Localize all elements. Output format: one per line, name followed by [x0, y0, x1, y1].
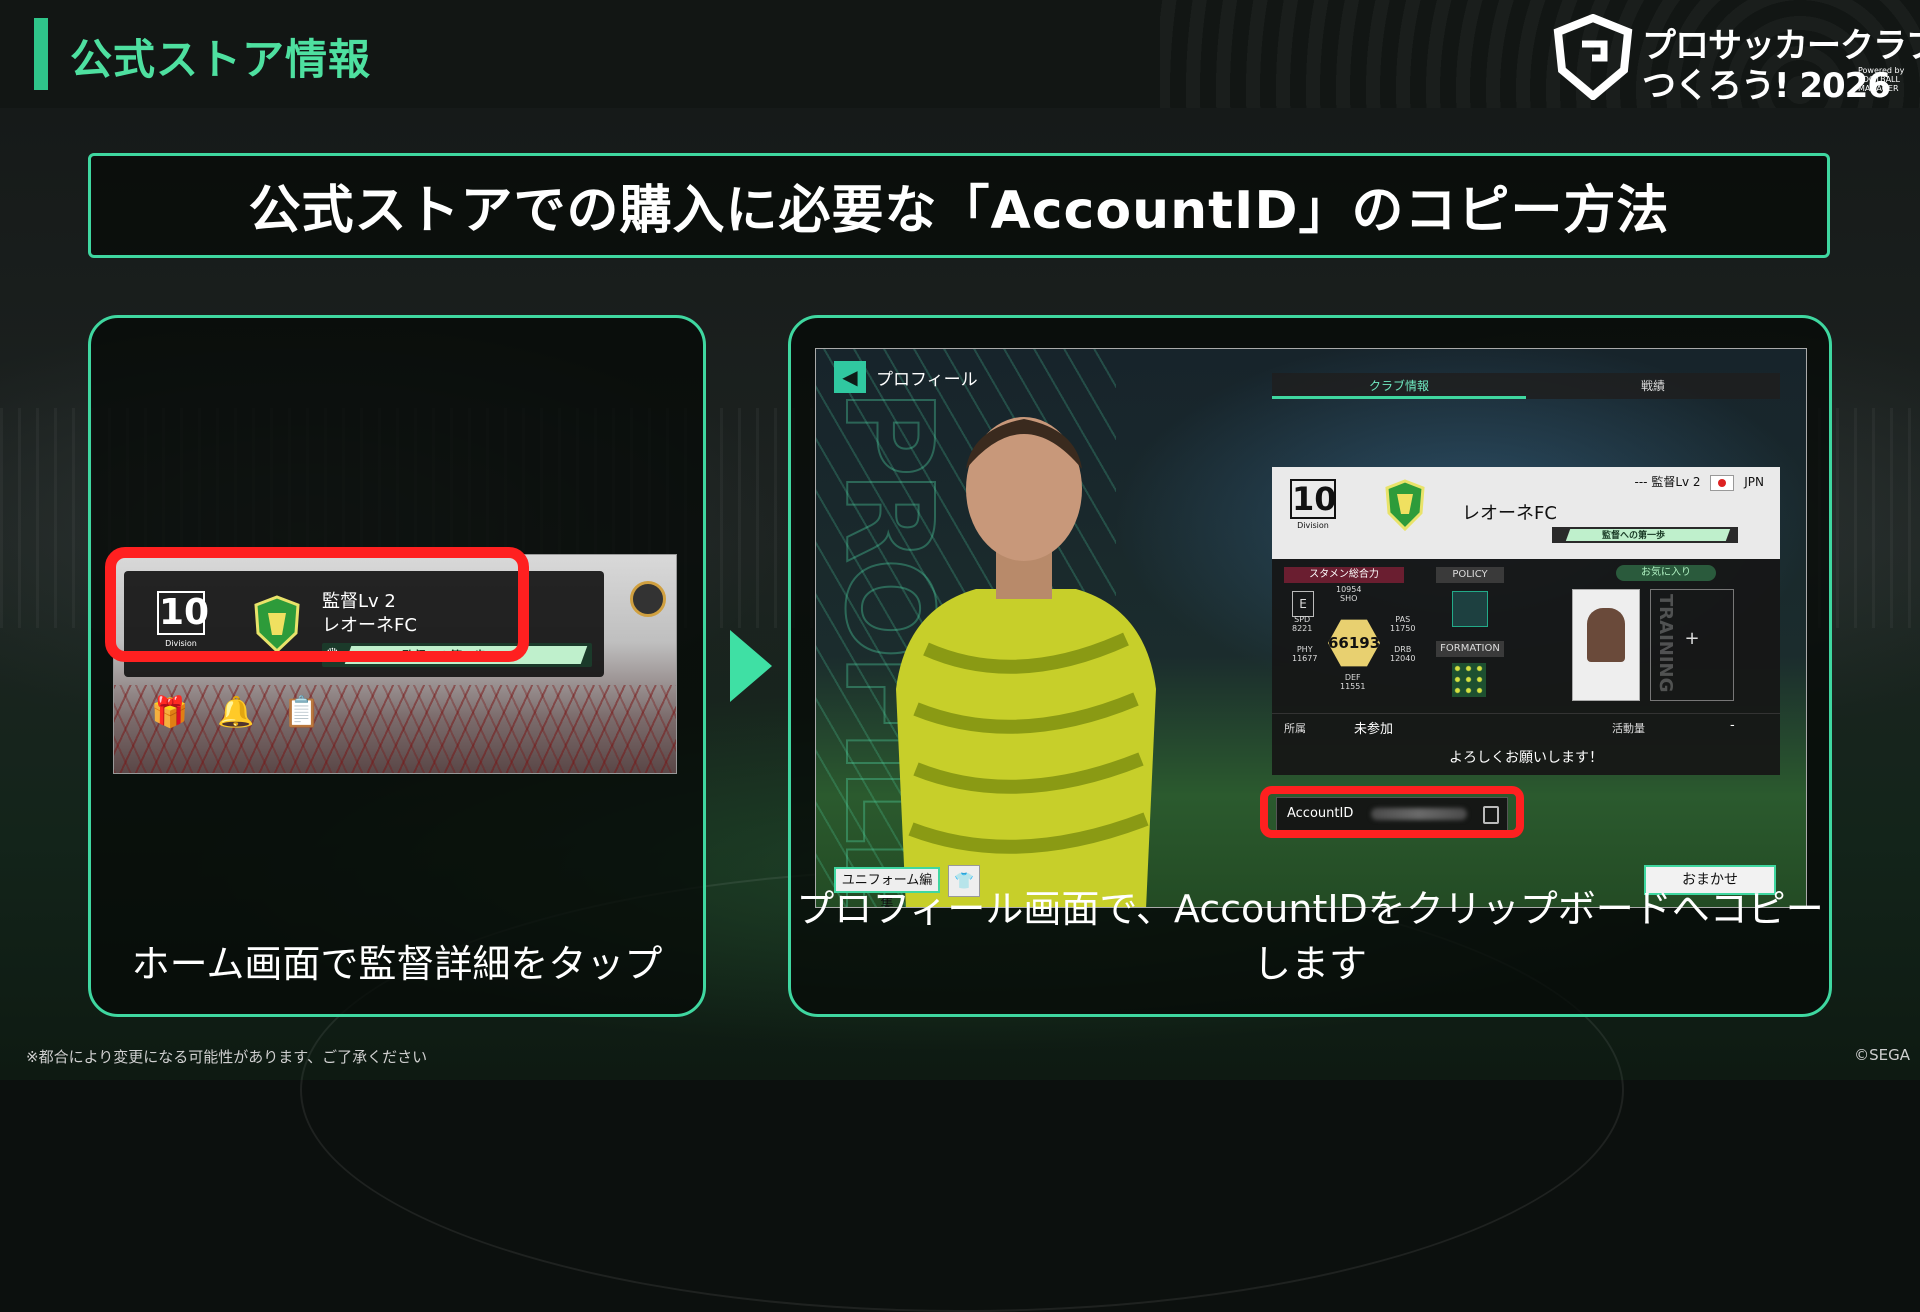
- formation-label: FORMATION: [1436, 641, 1504, 657]
- division-badge: 10 Division: [1290, 479, 1337, 530]
- manager-avatar: [896, 417, 1156, 907]
- progress-label: 監督への第一歩: [1602, 531, 1666, 541]
- club-crest-icon: [1385, 479, 1425, 531]
- profile-screen-screenshot: PROFILE ◀ プロフィール クラブ情報 戦績 10 Division レオ…: [815, 348, 1807, 908]
- favorite-player-card[interactable]: [1572, 589, 1640, 701]
- copyright: ©SEGA: [1854, 1046, 1910, 1064]
- starting-power-label: スタメン総合力: [1284, 567, 1404, 583]
- gift-icon[interactable]: 🎁: [150, 693, 190, 733]
- profile-title: プロフィール: [876, 370, 978, 390]
- page-title: 公式ストア情報: [70, 35, 372, 84]
- clipboard-icon[interactable]: 📋: [282, 693, 322, 733]
- instruction-banner: 公式ストアでの購入に必要な「AccountID」のコピー方法: [88, 153, 1830, 258]
- bell-icon[interactable]: 🔔: [216, 693, 256, 733]
- logo-powered-by: Powered by FOOTBALL MANAGER: [1858, 66, 1905, 93]
- step1-caption: ホーム画面で監督詳細をタップ: [131, 942, 663, 986]
- logo-shield-icon: [1553, 14, 1633, 100]
- player-portrait: [1587, 608, 1625, 662]
- division-label: Division: [1297, 521, 1329, 530]
- affiliation-label: 所属: [1284, 722, 1306, 735]
- step2-caption: プロフィール画面で、AccountIDをクリップボードへコピーします: [796, 887, 1824, 986]
- division-number: 10: [1290, 479, 1337, 519]
- plus-icon: +: [1684, 628, 1700, 649]
- stat-def: DEF 11551: [1340, 673, 1366, 691]
- affiliation-row: 所属 未参加 活動量 -: [1272, 713, 1780, 740]
- club-info-card: 10 Division レオーネFC --- 監督Lv 2 JPN 監督への第一…: [1272, 467, 1780, 775]
- tab-record[interactable]: 戦績: [1526, 373, 1780, 399]
- highlight-frame: [105, 547, 529, 662]
- banner-title: 公式ストアでの購入に必要な「AccountID」のコピー方法: [248, 181, 1670, 241]
- policy-label: POLICY: [1436, 567, 1504, 583]
- club-name: レオーネFC: [1462, 503, 1557, 524]
- favorite-empty-slot[interactable]: TRAINING +: [1650, 589, 1734, 701]
- meta-dashes: ---: [1634, 475, 1648, 489]
- game-logo: プロサッカークラブを つくろう! 2026 Powered by FOOTBAL…: [1552, 14, 1920, 106]
- profile-tabs: クラブ情報 戦績: [1272, 373, 1780, 399]
- stat-sho: 10954 SHO: [1336, 585, 1362, 603]
- stat-phy: PHY 11677: [1292, 645, 1318, 663]
- side-avatar-icon[interactable]: [630, 581, 666, 617]
- step2-panel: PROFILE ◀ プロフィール クラブ情報 戦績 10 Division レオ…: [788, 315, 1832, 1017]
- header-accent-bar: [34, 18, 48, 90]
- next-step-arrow-icon: [730, 630, 772, 702]
- header: 公式ストア情報 プロサッカークラブを つくろう! 2026 Powered by…: [0, 0, 1920, 108]
- manager-progress-bar: 監督への第一歩: [1552, 527, 1738, 543]
- affiliation-value: 未参加: [1354, 722, 1394, 737]
- logo-title-line2: つくろう! 2026: [1642, 66, 1891, 106]
- total-power-hexagon: 66193: [1328, 619, 1380, 667]
- policy-icon[interactable]: [1452, 591, 1488, 627]
- manager-level: 監督Lv 2: [1651, 475, 1701, 489]
- tab-club-info[interactable]: クラブ情報: [1272, 373, 1526, 399]
- activity-label: 活動量: [1612, 722, 1645, 735]
- stat-spd: SPD 8221: [1292, 615, 1313, 633]
- japan-flag-icon: [1710, 474, 1735, 491]
- club-meta: --- 監督Lv 2 JPN: [1634, 473, 1764, 491]
- home-icons-row: 🎁 🔔 📋: [150, 693, 322, 733]
- disclaimer-note: ※都合により変更になる可能性があります、ご了承ください: [26, 1048, 428, 1066]
- rank-badge: E: [1292, 591, 1314, 617]
- greeting-message: よろしくお願いします！: [1449, 750, 1603, 766]
- club-info-header: 10 Division レオーネFC --- 監督Lv 2 JPN 監督への第一…: [1272, 467, 1780, 559]
- account-id-highlight-frame: [1260, 786, 1524, 838]
- activity-value: -: [1730, 718, 1735, 733]
- step1-panel: 10 Division 監督Lv 2 レオーネFC ♛ 監督への第一歩 🎁 🔔 …: [88, 315, 706, 1017]
- stat-drb: DRB 12040: [1390, 645, 1416, 663]
- stat-pas: PAS 11750: [1390, 615, 1416, 633]
- country-code: JPN: [1744, 475, 1764, 489]
- formation-icon[interactable]: [1452, 663, 1486, 697]
- favorite-label: お気に入り: [1616, 565, 1716, 581]
